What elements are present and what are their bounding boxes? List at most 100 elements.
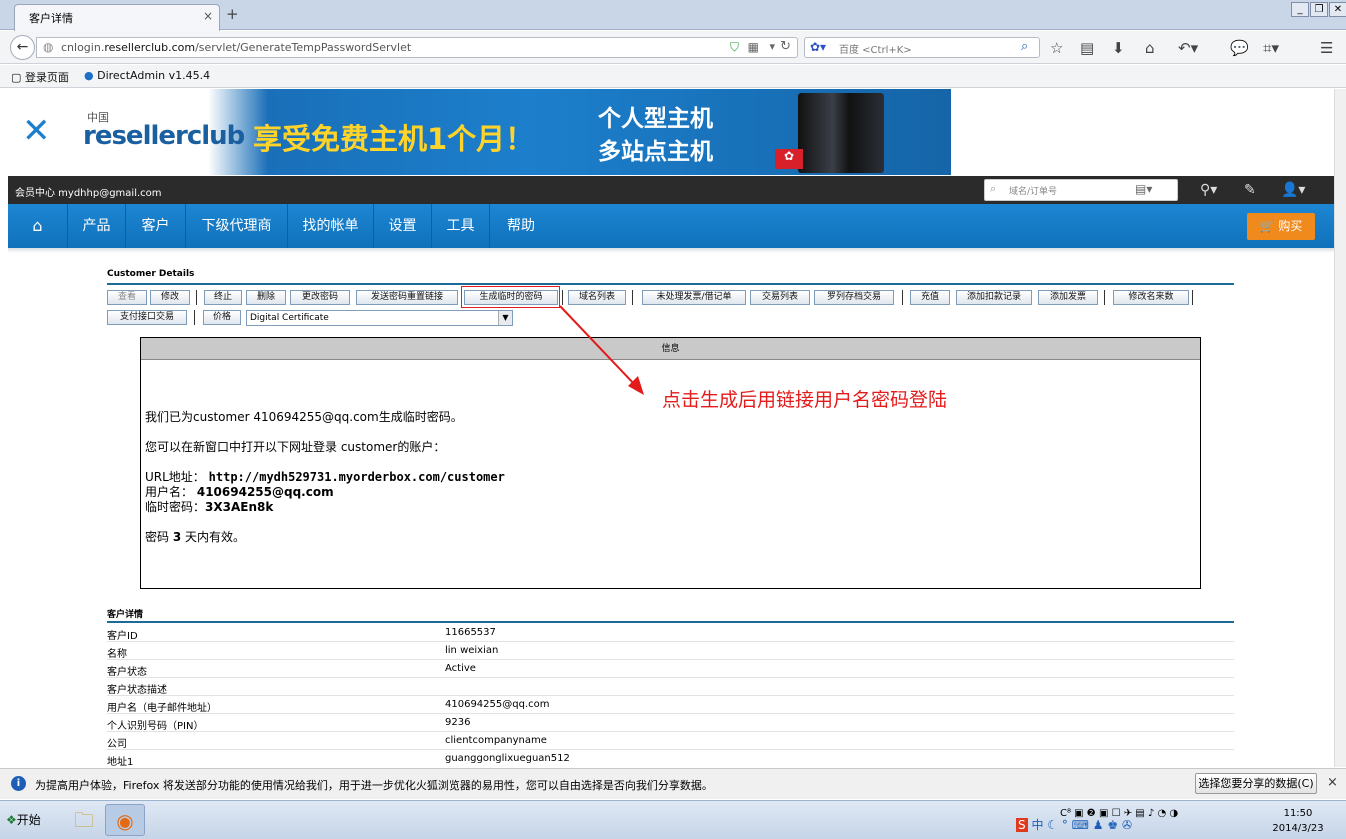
- nav-customers[interactable]: 客户: [126, 204, 186, 248]
- logo-text: resellerclub: [83, 121, 245, 151]
- nav-tools[interactable]: 工具: [432, 204, 490, 248]
- sogou-icon[interactable]: S: [1016, 818, 1028, 832]
- button-separator: [902, 290, 903, 305]
- search-box[interactable]: ✿▾ 百度 <Ctrl+K> ⌕: [804, 37, 1040, 58]
- login-username: 410694255@qq.com: [196, 485, 334, 499]
- nav-home-icon[interactable]: ⌂: [8, 204, 68, 248]
- tab-close-icon[interactable]: ×: [203, 9, 213, 23]
- domain-list-button[interactable]: 域名列表: [568, 290, 626, 305]
- domain-order-search[interactable]: ⌕ 域名/订单号 ▤▾: [984, 179, 1178, 201]
- pending-invoices-button[interactable]: 未处理发票/借记单: [642, 290, 746, 305]
- payment-gateway-button[interactable]: 支付接口交易: [107, 310, 187, 325]
- modify-button[interactable]: 修改: [150, 290, 190, 305]
- clock[interactable]: 11:50 2014/3/23: [1266, 806, 1330, 836]
- table-row: 客户状态描述: [107, 678, 1234, 696]
- nav-settings[interactable]: 设置: [374, 204, 432, 248]
- info-header: 信息: [141, 338, 1200, 360]
- reload-icon[interactable]: ↻: [780, 39, 791, 54]
- firefox-icon[interactable]: ◉: [105, 804, 145, 836]
- info-box: 信息 我们已为customer 410694255@qq.com生成临时密码。 …: [140, 337, 1201, 589]
- globe-icon: ◍: [43, 40, 54, 54]
- close-window-button[interactable]: ✕: [1329, 2, 1346, 17]
- archived-transactions-button[interactable]: 罗列存档交易: [814, 290, 894, 305]
- details-divider: [107, 621, 1234, 623]
- add-debit-button[interactable]: 添加扣款记录: [956, 290, 1032, 305]
- back-arrow-icon[interactable]: ←: [10, 35, 35, 60]
- maximize-button[interactable]: ❐: [1310, 2, 1328, 17]
- bookmark-login-page[interactable]: ▢ 登录页面: [11, 69, 69, 85]
- cart-user-icon[interactable]: ⚲▾: [1200, 182, 1217, 198]
- table-row: 客户状态 Active: [107, 660, 1234, 678]
- pricing-button[interactable]: 价格: [203, 310, 241, 325]
- star-icon[interactable]: ☆: [1050, 39, 1063, 57]
- crop-icon[interactable]: ⌗▾: [1263, 39, 1279, 57]
- new-tab-button[interactable]: +: [226, 5, 239, 23]
- account-icon[interactable]: 👤▾: [1281, 182, 1305, 198]
- annotation-arrow: [559, 305, 644, 395]
- minimize-button[interactable]: _: [1291, 2, 1309, 17]
- directadmin-icon: ●: [84, 69, 94, 82]
- download-icon[interactable]: ⬇: [1112, 39, 1125, 57]
- send-reset-link-button[interactable]: 发送密码重置链接: [356, 290, 458, 305]
- chat-icon[interactable]: 💬: [1230, 39, 1249, 57]
- user-email: 会员中心 mydhhp@gmail.com: [15, 188, 162, 199]
- view-button[interactable]: 查看: [107, 290, 147, 305]
- undo-icon[interactable]: ↶▾: [1178, 39, 1198, 57]
- promo-banner[interactable]: ✕ 中国 resellerclub 享受免费主机1个月！ 个人型主机 多站点主机…: [8, 89, 951, 175]
- nav-help[interactable]: 帮助: [490, 204, 552, 248]
- reading-list-icon[interactable]: ▤: [1080, 39, 1094, 57]
- home-icon[interactable]: ⌂: [1145, 39, 1155, 57]
- file-explorer-icon[interactable]: 🗀: [64, 804, 104, 836]
- bookmark-directadmin[interactable]: ● DirectAdmin v1.45.4: [84, 69, 210, 82]
- notification-text: 为提高用户体验，Firefox 将发送部分功能的使用情况给我们，用于进一步优化火…: [35, 779, 713, 792]
- tab-customer-details[interactable]: 客户详情 ×: [14, 4, 220, 31]
- web-page: ✕ 中国 resellerclub 享受免费主机1个月！ 个人型主机 多站点主机…: [8, 89, 1334, 767]
- table-row: 用户名（电子邮件地址） 410694255@qq.com: [107, 696, 1234, 714]
- button-separator: [562, 290, 563, 305]
- info-password-row: 临时密码：3X3AEn8k: [145, 500, 274, 514]
- suspend-button[interactable]: 终止: [204, 290, 242, 305]
- search-icon[interactable]: ⌕: [1021, 39, 1028, 54]
- temp-password: 3X3AEn8k: [205, 500, 274, 514]
- vertical-scrollbar[interactable]: [1334, 89, 1346, 767]
- windows-logo-icon: ❖: [6, 813, 17, 827]
- buy-button[interactable]: 🛒 购买: [1247, 213, 1315, 240]
- login-url[interactable]: http://mydh529731.myorderbox.com/custome…: [209, 470, 505, 484]
- change-password-button[interactable]: 更改密码: [290, 290, 350, 305]
- nav-billing[interactable]: 找的帐单: [288, 204, 374, 248]
- close-icon[interactable]: ×: [1327, 775, 1338, 790]
- doc-dropdown-icon[interactable]: ▤▾: [1135, 182, 1152, 196]
- button-separator: [1104, 290, 1105, 305]
- table-row: 客户ID 11665537: [107, 624, 1234, 642]
- share-data-button[interactable]: 选择您要分享的数据(C): [1195, 773, 1317, 794]
- product-select[interactable]: Digital Certificate ▼: [246, 310, 513, 326]
- product-select-value: Digital Certificate: [250, 313, 329, 323]
- recharge-button[interactable]: 充值: [910, 290, 950, 305]
- button-separator: [194, 310, 195, 325]
- info-validity-text: 密码 3 天内有效。: [145, 530, 246, 544]
- qr-icon[interactable]: ▦: [748, 40, 759, 54]
- table-row: 个人识别号码（PIN） 9236: [107, 714, 1234, 732]
- menu-icon[interactable]: ☰: [1320, 39, 1333, 57]
- transaction-list-button[interactable]: 交易列表: [750, 290, 810, 305]
- ime-indicator[interactable]: 中: [1031, 818, 1043, 832]
- add-invoice-button[interactable]: 添加发票: [1038, 290, 1098, 305]
- delete-button[interactable]: 删除: [246, 290, 286, 305]
- baidu-paw-icon: ✿▾: [810, 40, 827, 54]
- section-title: Customer Details: [107, 269, 195, 279]
- url-text: cnlogin.resellerclub.com/servlet/Generat…: [61, 41, 412, 54]
- start-button[interactable]: ❖开始: [2, 806, 56, 834]
- address-bar[interactable]: ◍ cnlogin.resellerclub.com/servlet/Gener…: [36, 37, 798, 58]
- info-generated-text: 我们已为customer 410694255@qq.com生成临时密码。: [145, 410, 463, 424]
- nav-sub-resellers[interactable]: 下级代理商: [186, 204, 288, 248]
- nav-products[interactable]: 产品: [68, 204, 126, 248]
- shield-icon[interactable]: ⛉: [730, 40, 739, 55]
- feedback-icon[interactable]: ✎: [1244, 182, 1256, 198]
- chevron-down-icon[interactable]: ▼: [498, 311, 512, 325]
- tray-icons: C⁸ ▣ ❷ ▣ ☐ ✈ ▤ ♪ ◔ ◑: [1060, 808, 1179, 819]
- dropdown-icon[interactable]: ▾: [769, 40, 775, 53]
- modify-source-button[interactable]: 修改名来数: [1113, 290, 1189, 305]
- info-icon: i: [11, 776, 26, 791]
- domain-search-placeholder: 域名/订单号: [1009, 187, 1058, 197]
- info-instruction-text: 您可以在新窗口中打开以下网址登录 customer的账户：: [145, 440, 446, 454]
